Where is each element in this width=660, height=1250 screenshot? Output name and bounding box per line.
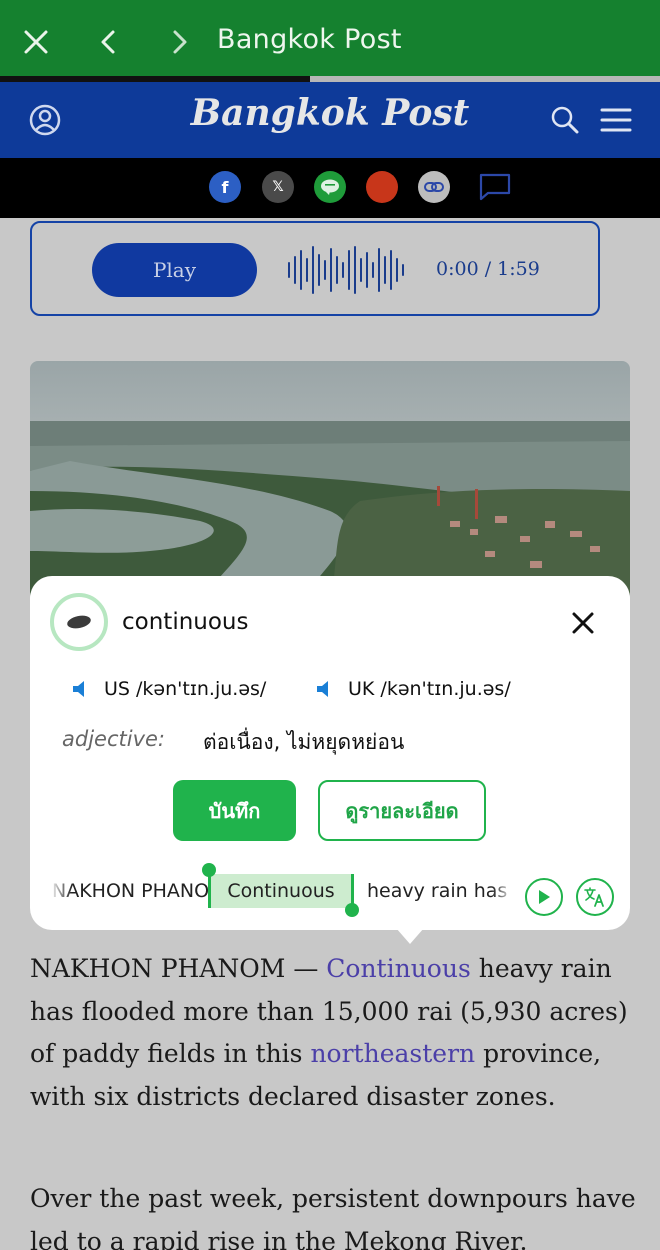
article-line: with six districts declared disaster zon… xyxy=(30,1076,640,1119)
close-icon[interactable] xyxy=(16,22,56,62)
article-paragraph-2: Over the past week, persistent downpours… xyxy=(30,1178,640,1250)
us-label: US xyxy=(104,678,130,700)
vocab-link[interactable]: northeastern xyxy=(310,1039,475,1068)
selection-start-handle[interactable] xyxy=(202,863,216,877)
us-pronunciation[interactable]: US /kən'tɪn.ju.əs/ xyxy=(70,678,266,700)
uk-ipa: /kən'tɪn.ju.əs/ xyxy=(380,678,511,700)
word-pebble-icon xyxy=(50,593,108,651)
translate-button[interactable] xyxy=(576,878,614,916)
play-icon xyxy=(539,890,550,904)
audio-player: Play 0:00 / 1:59 xyxy=(30,221,600,316)
save-button[interactable]: บันทึก xyxy=(173,780,296,841)
play-sentence-button[interactable] xyxy=(525,878,563,916)
article-text: province, xyxy=(475,1039,602,1068)
article-text: with six districts declared disaster zon… xyxy=(30,1081,556,1111)
waveform-icon xyxy=(288,246,404,294)
site-logo[interactable]: Bangkok Post xyxy=(0,92,660,134)
highlighted-word-link[interactable]: Continuous xyxy=(326,954,471,983)
ticker-fade-right xyxy=(492,866,514,916)
ticker-after: heavy rain has xyxy=(367,880,508,902)
article-text: NAKHON PHANOM — xyxy=(30,954,327,983)
copy-link-icon[interactable] xyxy=(418,171,450,203)
uk-label: UK xyxy=(348,678,375,700)
view-details-button[interactable]: ดูรายละเอียด xyxy=(318,780,486,841)
context-ticker: NAKHON PHANOM — Continuous heavy rain ha… xyxy=(50,866,510,916)
popup-pointer xyxy=(396,928,424,944)
play-button[interactable]: Play xyxy=(92,243,257,297)
us-ipa: /kən'tɪn.ju.əs/ xyxy=(136,678,267,700)
article-text: of paddy fields in this xyxy=(30,1039,311,1068)
article-text: heavy rain xyxy=(470,954,612,983)
dictionary-popup: continuous US /kən'tɪn.ju.əs/ UK /kən'tɪ… xyxy=(30,576,630,930)
article-line: NAKHON PHANOM — Continuous heavy rain xyxy=(30,948,640,991)
flipboard-icon[interactable] xyxy=(366,171,398,203)
part-of-speech: adjective: xyxy=(62,727,165,751)
translate-icon xyxy=(584,887,604,907)
share-bar: f 𝕏 xyxy=(0,158,660,218)
comment-icon[interactable] xyxy=(478,172,512,202)
article-line: of paddy fields in this northeastern pro… xyxy=(30,1033,640,1076)
browser-toolbar: Bangkok Post xyxy=(0,0,660,80)
article-paragraph-1: NAKHON PHANOM — Continuous heavy rain ha… xyxy=(30,948,640,1118)
thai-meaning: ต่อเนื่อง, ไม่หยุดหย่อน xyxy=(203,730,405,754)
ticker-highlight[interactable]: Continuous xyxy=(208,874,354,908)
speaker-icon[interactable] xyxy=(314,678,338,700)
article-line: has flooded more than 15,000 rai (5,930 … xyxy=(30,991,640,1034)
facebook-icon[interactable]: f xyxy=(209,171,241,203)
article-text: has flooded more than 15,000 rai (5,930 … xyxy=(30,996,628,1026)
audio-time: 0:00 / 1:59 xyxy=(436,258,540,280)
selection-end-handle[interactable] xyxy=(345,903,359,917)
article-line: Over the past week, persistent downpours… xyxy=(30,1184,636,1213)
line-icon[interactable] xyxy=(314,171,346,203)
uk-pronunciation[interactable]: UK /kən'tɪn.ju.əs/ xyxy=(314,678,511,700)
browser-title: Bangkok Post xyxy=(217,24,402,55)
back-icon[interactable] xyxy=(88,22,128,62)
x-icon[interactable]: 𝕏 xyxy=(262,171,294,203)
forward-icon[interactable] xyxy=(160,22,200,62)
article-line: led to a rapid rise in the Mekong River. xyxy=(30,1226,528,1250)
article-photo xyxy=(30,361,630,601)
close-icon[interactable] xyxy=(566,606,600,640)
popup-word: continuous xyxy=(122,609,249,635)
ticker-fade-left xyxy=(50,866,72,916)
speaker-icon[interactable] xyxy=(70,678,94,700)
